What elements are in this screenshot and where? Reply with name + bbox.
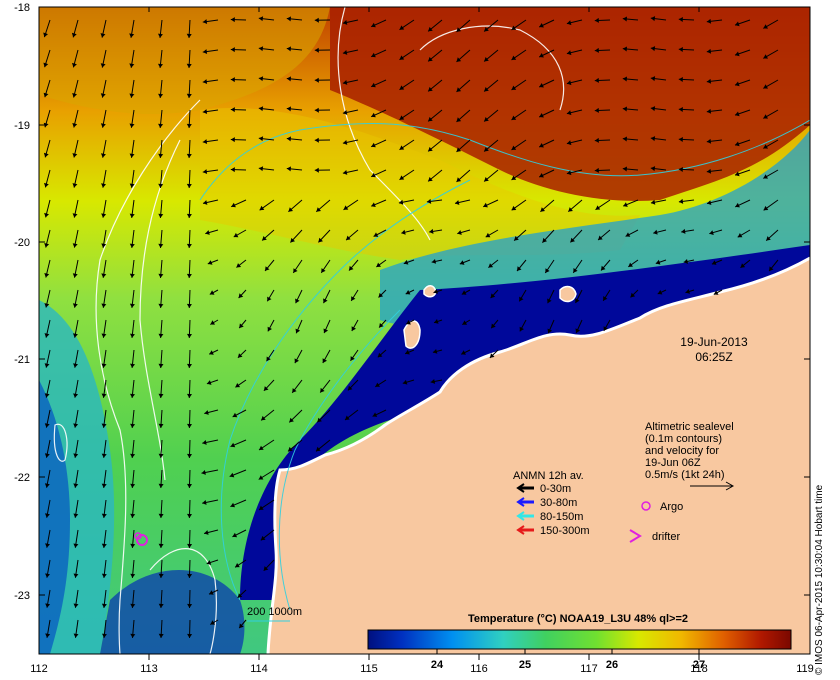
anmn-legend-label: 150-300m	[540, 525, 590, 537]
altimetry-line: and velocity for	[645, 445, 719, 457]
colorbar-title: Temperature (°C) NOAA19_L3U 48% ql>=2	[468, 613, 688, 625]
lon-tick: 115	[360, 663, 378, 675]
lat-tick: -23	[14, 590, 30, 602]
lon-tick: 117	[580, 663, 598, 675]
lat-tick: -19	[14, 120, 30, 132]
credit-text: © IMOS 06-Apr-2015 10:30:04 Hobart time	[814, 484, 825, 675]
lon-tick: 113	[140, 663, 158, 675]
lat-tick: -20	[14, 237, 30, 249]
map-field	[39, 7, 810, 654]
altimetry-line: Altimetric sealevel	[645, 421, 734, 433]
colorbar-tick: 27	[693, 659, 705, 671]
colorbar-tick: 24	[431, 659, 444, 671]
sst-map: 112 113 114 115 116 117 118 119 -18 -19 …	[14, 2, 814, 675]
colorbar-tick: 26	[606, 659, 618, 671]
argo-legend-label: Argo	[660, 501, 683, 513]
island-montebello	[423, 285, 437, 298]
colorbar	[367, 629, 792, 650]
altimetry-line: (0.1m contours)	[645, 433, 722, 445]
island-dampier	[559, 285, 577, 303]
bathymetry-label: 200 1000m	[247, 606, 302, 618]
altimetry-line: 0.5m/s (1kt 24h)	[645, 469, 724, 481]
lon-tick: 116	[470, 663, 488, 675]
date-label: 19-Jun-2013	[680, 335, 748, 349]
altimetry-line: 19-Jun 06Z	[645, 457, 701, 469]
latitude-axis: -18 -19 -20 -21 -22 -23	[14, 2, 30, 602]
lon-tick: 114	[250, 663, 268, 675]
anmn-legend-label: 0-30m	[540, 483, 571, 495]
lon-tick: 119	[796, 663, 814, 675]
time-label: 06:25Z	[695, 350, 732, 364]
colorbar-tick: 25	[519, 659, 531, 671]
lon-tick: 112	[30, 663, 48, 675]
anmn-title: ANMN 12h av.	[513, 470, 584, 482]
drifter-legend-label: drifter	[652, 531, 680, 543]
lat-tick: -18	[14, 2, 30, 14]
anmn-legend-label: 30-80m	[540, 497, 577, 509]
lat-tick: -21	[14, 354, 30, 366]
lat-tick: -22	[14, 472, 30, 484]
anmn-legend-label: 80-150m	[540, 511, 583, 523]
